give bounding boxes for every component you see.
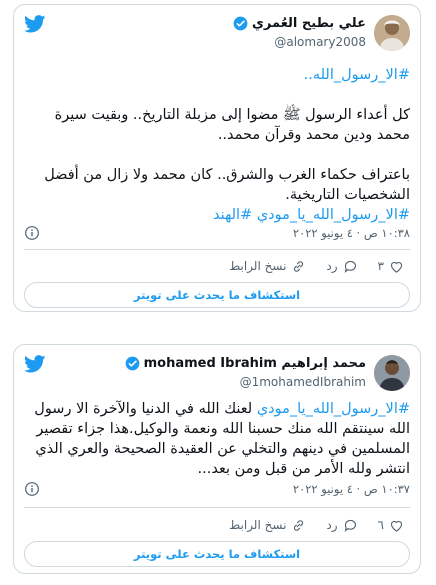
verified-badge-icon: [125, 356, 139, 371]
heart-icon: [390, 261, 403, 273]
explore-twitter-button[interactable]: استكشاف ما يحدث على تويتر: [24, 282, 410, 308]
copy-link-label: نسخ الرابط: [229, 518, 287, 532]
avatar-photo: [374, 15, 410, 51]
tweet-header: علي بطيح العُمري @alomary2008: [14, 5, 420, 55]
tweet-meta: ١٠:٣٧ ص · ٤ يونيو ٢٠٢٢: [24, 479, 410, 499]
tweet-header: محمد إبراهيم mohamed Ibrahim @1mohamedIb…: [14, 345, 420, 395]
info-icon[interactable]: [24, 225, 40, 241]
tweet-meta: ١٠:٣٨ ص · ٤ يونيو ٢٠٢٢: [24, 223, 410, 243]
verified-badge-icon: [233, 16, 248, 31]
like-count: ٣: [377, 259, 384, 273]
tweet-body-text: باعتراف حكماء الغرب والشرق.. كان محمد ول…: [44, 167, 410, 203]
avatar[interactable]: [374, 15, 410, 51]
explore-label: استكشاف ما يحدث على تويتر: [133, 547, 301, 561]
tweet-text: #الا_رسول_الله_يا_مودي لعنك الله في الدن…: [24, 399, 410, 479]
tweet-timestamp[interactable]: ١٠:٣٨ ص · ٤ يونيو ٢٠٢٢: [293, 226, 410, 240]
reply-label: رد: [326, 518, 338, 532]
explore-label: استكشاف ما يحدث على تويتر: [133, 288, 301, 302]
like-button[interactable]: ٦: [378, 518, 404, 533]
reply-button[interactable]: رد: [326, 259, 357, 274]
reply-label: رد: [326, 259, 338, 273]
explore-twitter-button[interactable]: استكشاف ما يحدث على تويتر: [24, 541, 410, 567]
hashtag-link[interactable]: #الا_رسول_الله_يا_مودي: [257, 401, 410, 417]
author-name[interactable]: علي بطيح العُمري: [252, 16, 366, 31]
divider: [24, 249, 410, 250]
avatar-photo: [374, 355, 410, 391]
author-name[interactable]: محمد إبراهيم mohamed Ibrahim: [144, 356, 366, 371]
tweet-timestamp[interactable]: ١٠:٣٧ ص · ٤ يونيو ٢٠٢٢: [293, 482, 410, 496]
tweet-actions: ٣ رد نسخ الرابط: [229, 256, 404, 276]
tweet-card[interactable]: علي بطيح العُمري @alomary2008 #الا_رسول_…: [13, 4, 421, 312]
link-icon: [294, 260, 304, 272]
reply-button[interactable]: رد: [326, 518, 357, 533]
tweet-text: #الا_رسول_الله.. كل أعداء الرسول ﷺ مضوا …: [24, 65, 410, 225]
copy-link-button[interactable]: نسخ الرابط: [229, 518, 306, 533]
copy-link-label: نسخ الرابط: [229, 259, 287, 273]
author-line: محمد إبراهيم mohamed Ibrahim: [125, 356, 366, 371]
hashtag-link[interactable]: #الا_رسول_الله_يا_مودي #الهند: [213, 207, 410, 223]
heart-icon: [390, 520, 403, 532]
copy-link-button[interactable]: نسخ الرابط: [229, 259, 306, 274]
author-handle[interactable]: @alomary2008: [274, 35, 366, 49]
avatar[interactable]: [374, 355, 410, 391]
divider: [24, 507, 410, 508]
hashtag-link[interactable]: #الا_رسول_الله..: [304, 67, 410, 83]
tweet-card[interactable]: محمد إبراهيم mohamed Ibrahim @1mohamedIb…: [13, 344, 421, 574]
link-icon: [294, 519, 304, 531]
reply-bubble-icon: [344, 519, 356, 532]
tweet-body-text: كل أعداء الرسول ﷺ مضوا إلى مزبلة التاريخ…: [54, 107, 410, 143]
reply-bubble-icon: [344, 260, 356, 273]
twitter-bird-icon[interactable]: [24, 355, 46, 373]
author-handle[interactable]: @1mohamedIbrahim: [240, 375, 366, 389]
like-button[interactable]: ٣: [378, 259, 404, 274]
tweet-actions: ٦ رد نسخ الرابط: [229, 515, 404, 535]
author-line: علي بطيح العُمري: [233, 16, 366, 31]
like-count: ٦: [377, 518, 384, 532]
twitter-bird-icon[interactable]: [24, 15, 46, 33]
info-icon[interactable]: [24, 481, 40, 497]
